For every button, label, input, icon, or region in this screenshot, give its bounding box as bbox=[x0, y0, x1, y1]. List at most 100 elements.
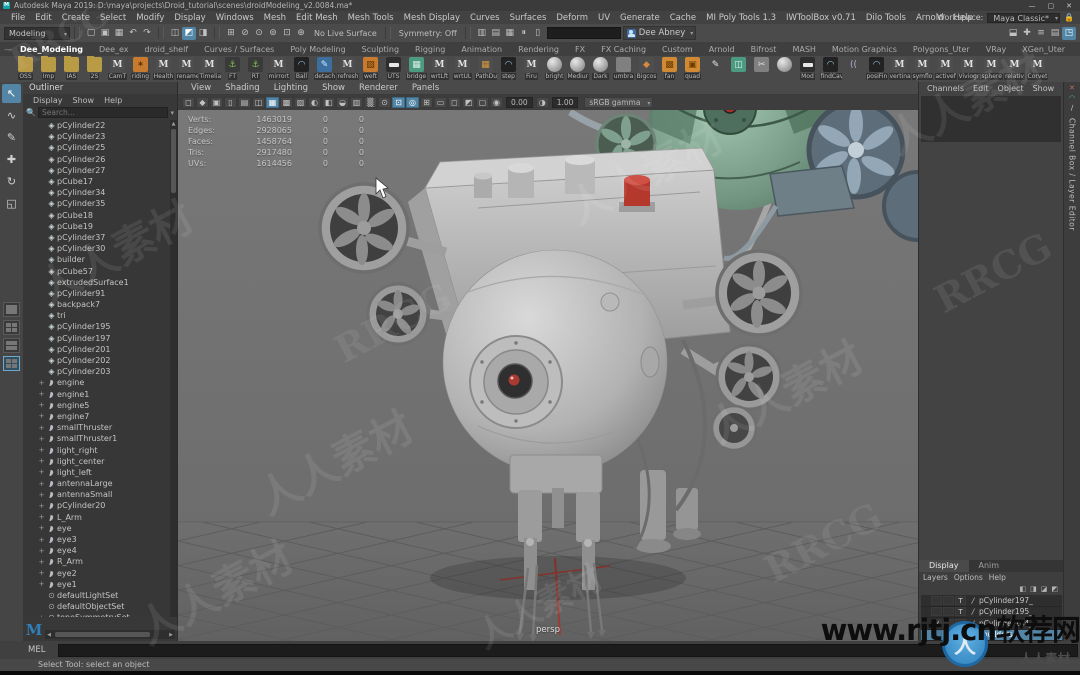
outliner-menu-item[interactable]: Show bbox=[69, 96, 99, 105]
shelf-button[interactable]: M activef bbox=[934, 56, 957, 80]
shelf-button[interactable]: M wrtUL bbox=[451, 56, 474, 80]
shelf-button[interactable]: M Corvet bbox=[1026, 56, 1049, 80]
outliner-item[interactable]: + ◗ eye1 bbox=[23, 579, 170, 590]
layer-editor-tab[interactable]: Display bbox=[919, 560, 969, 572]
viewport-toolbar-icon[interactable]: ◐ bbox=[308, 97, 321, 108]
toolbox-tool[interactable]: ◱ bbox=[2, 194, 21, 213]
menu-item[interactable]: Cache bbox=[665, 13, 701, 23]
shelf-button[interactable]: ⚓ RT bbox=[244, 56, 267, 80]
shelf-button[interactable]: ◠ findCav bbox=[819, 56, 842, 80]
shelf-button[interactable]: ▦ PathDu bbox=[474, 56, 497, 80]
scrollbar-thumb[interactable] bbox=[171, 129, 176, 193]
outliner-item[interactable]: + ◗ engine5 bbox=[23, 400, 170, 411]
outliner-item[interactable]: ◈ pCylinder201 bbox=[23, 344, 170, 355]
selection-mode-icon[interactable]: ◫ bbox=[168, 27, 182, 40]
channel-box-menu-item[interactable]: Channels bbox=[923, 84, 968, 93]
shelf-button[interactable]: ◠ Ball bbox=[290, 56, 313, 80]
shelf-button[interactable]: ▩ fan bbox=[658, 56, 681, 80]
outliner-item[interactable]: ◈ pCube19 bbox=[23, 221, 170, 232]
shelf-button[interactable]: ◠ step bbox=[497, 56, 520, 80]
outliner-item[interactable]: + ◗ eye2 bbox=[23, 568, 170, 579]
render-icon[interactable]: ▤ bbox=[489, 27, 503, 40]
search-filter-dropdown-icon[interactable]: ▾ bbox=[170, 109, 174, 117]
render-icon[interactable]: ⏸ bbox=[517, 27, 531, 40]
viewport-toolbar-icon[interactable]: ⊡ bbox=[392, 97, 405, 108]
menu-item[interactable]: Mesh Display bbox=[399, 13, 465, 23]
viewport-menu-item[interactable]: Panels bbox=[405, 83, 446, 93]
snap-icon[interactable]: ⊞ bbox=[224, 27, 238, 40]
outliner-item[interactable]: ◈ extrudedSurface1 bbox=[23, 277, 170, 288]
menu-item[interactable]: Dilo Tools bbox=[861, 13, 911, 23]
channel-box-menu-item[interactable]: Edit bbox=[969, 84, 993, 93]
channel-box-menu-item[interactable]: Show bbox=[1029, 84, 1059, 93]
outliner-item[interactable]: + ◗ R_Arm bbox=[23, 556, 170, 567]
menu-item[interactable]: Generate bbox=[615, 13, 665, 23]
sidebar-toggle-icon[interactable]: ◳ bbox=[1062, 27, 1076, 40]
sidebar-toggle-icon[interactable]: ≡ bbox=[1034, 27, 1048, 40]
viewport-toolbar-icon[interactable]: ⊙ bbox=[378, 97, 391, 108]
sidebar-mini-icon[interactable]: ◠ bbox=[1069, 94, 1075, 102]
shelf-tab[interactable]: MASH bbox=[784, 45, 823, 54]
shelf-tab[interactable]: droid_shelf bbox=[137, 45, 197, 54]
maximize-button[interactable]: ▢ bbox=[1048, 2, 1055, 10]
selection-mode-icon[interactable]: ◨ bbox=[196, 27, 210, 40]
outliner-item[interactable]: + ◗ eye bbox=[23, 523, 170, 534]
menu-item[interactable]: Select bbox=[95, 13, 131, 23]
channel-box-menu-item[interactable]: Object bbox=[994, 84, 1028, 93]
layer-visibility-cell[interactable] bbox=[931, 607, 942, 616]
shelf-tab[interactable]: FX Caching bbox=[593, 45, 654, 54]
sidebar-toggle-icon[interactable]: ⬓ bbox=[1006, 27, 1020, 40]
outliner-horizontal-scrollbar[interactable]: ◀ ▶ bbox=[45, 630, 175, 639]
shelf-tab[interactable]: Polygons_Uter bbox=[905, 45, 978, 54]
layout-outliner-persp-button[interactable] bbox=[3, 356, 20, 371]
status-file-icon[interactable]: ↶ bbox=[126, 27, 140, 40]
menu-item[interactable]: Modify bbox=[131, 13, 169, 23]
outliner-item[interactable]: ◈ pCylinder26 bbox=[23, 154, 170, 165]
shelf-button[interactable]: ✎ detach bbox=[313, 56, 336, 80]
outliner-item[interactable]: + ◗ light_center bbox=[23, 456, 170, 467]
shelf-button[interactable]: M rename bbox=[175, 56, 198, 80]
status-divider[interactable] bbox=[74, 27, 80, 39]
shelf-button[interactable]: M Viviogr bbox=[957, 56, 980, 80]
symmetry-label[interactable]: Symmetry: Off bbox=[395, 29, 461, 38]
shelf-button[interactable]: M Timelia bbox=[198, 56, 221, 80]
layer-editor-icon[interactable]: ◪ bbox=[1041, 585, 1048, 593]
outliner-item[interactable]: ⊙ defaultObjectSet bbox=[23, 601, 170, 612]
viewport-menu-item[interactable]: Lighting bbox=[267, 83, 315, 93]
menu-item[interactable]: Surfaces bbox=[505, 13, 552, 23]
sidebar-mini-icon[interactable]: ∕ bbox=[1071, 104, 1073, 112]
gamma-value[interactable]: 1.00 bbox=[552, 97, 579, 108]
snap-icon[interactable]: ⊙ bbox=[252, 27, 266, 40]
shelf-button[interactable]: M relativ bbox=[1003, 56, 1026, 80]
user-account-chip[interactable]: Dee Abney bbox=[623, 26, 697, 40]
shelf-tab[interactable]: Rigging bbox=[407, 45, 453, 54]
shelf-button[interactable]: 2S bbox=[83, 56, 106, 80]
shelf-button[interactable]: ✂ bbox=[750, 56, 773, 73]
viewport-toolbar-icon[interactable]: ◩ bbox=[462, 97, 475, 108]
view-transform-dropdown[interactable]: sRGB gamma bbox=[584, 97, 653, 108]
shelf-button[interactable]: ◠ posiFin bbox=[865, 56, 888, 80]
gamma-icon[interactable]: ◑ bbox=[536, 97, 549, 108]
outliner-item[interactable]: ◈ backpack7 bbox=[23, 299, 170, 310]
viewport-menu-item[interactable]: View bbox=[184, 83, 218, 93]
snap-icon[interactable]: ⊕ bbox=[294, 27, 308, 40]
outliner-item[interactable]: + ◗ smallThruster1 bbox=[23, 433, 170, 444]
shelf-button[interactable]: Dark bbox=[589, 56, 612, 80]
menu-item[interactable]: Windows bbox=[211, 13, 259, 23]
outliner-item[interactable]: + ◗ eye4 bbox=[23, 545, 170, 556]
shelf-tab[interactable]: Animation bbox=[453, 45, 510, 54]
shelf-tab[interactable]: Dee_ex bbox=[91, 45, 137, 54]
menu-item[interactable]: Edit Mesh bbox=[291, 13, 343, 23]
viewport-toolbar-icon[interactable]: ◉ bbox=[490, 97, 503, 108]
viewport-toolbar-icon[interactable]: ▥ bbox=[350, 97, 363, 108]
layout-single-pane-button[interactable] bbox=[3, 302, 20, 317]
viewport-toolbar-icon[interactable]: ◻ bbox=[182, 97, 195, 108]
shelf-button[interactable]: M Health bbox=[152, 56, 175, 80]
layer-editor-icon[interactable]: ◨ bbox=[1030, 585, 1037, 593]
viewport-toolbar-icon[interactable]: ⊞ bbox=[420, 97, 433, 108]
layer-editor-menu-item[interactable]: Help bbox=[989, 572, 1006, 583]
shelf-button[interactable]: OSS bbox=[14, 56, 37, 80]
outliner-item[interactable]: ◈ pCylinder195 bbox=[23, 321, 170, 332]
sidebar-toggle-icon[interactable]: ✚ bbox=[1020, 27, 1034, 40]
scroll-left-icon[interactable]: ◀ bbox=[45, 632, 53, 638]
